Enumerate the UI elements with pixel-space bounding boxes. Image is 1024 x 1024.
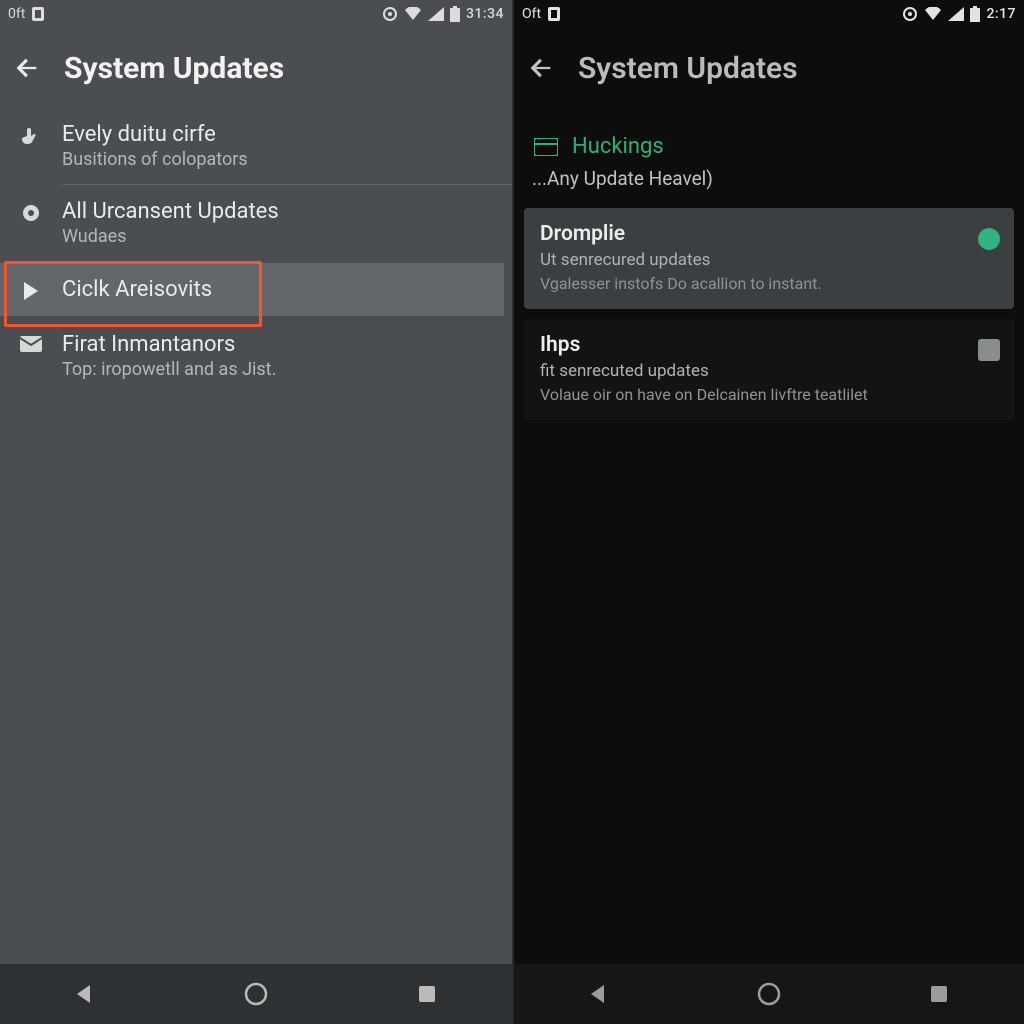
item-title: Firat Inmantanors (62, 332, 276, 357)
play-icon (18, 277, 44, 301)
card-line2: Volaue oir on have on Delcainen livftre … (540, 385, 1000, 404)
screen-header: System Updates (0, 28, 512, 108)
left-screen: 0ft 31:34 System Updates (0, 0, 512, 1024)
highlighted-item: Ciclk Areisovits (0, 263, 504, 316)
status-bar: 0ft 31:34 (0, 0, 512, 28)
mail-icon (18, 332, 44, 352)
nav-bar (514, 964, 1024, 1024)
right-screen: Oft 2:17 System Updates Huckings ...An (512, 0, 1024, 1024)
status-left-text: 0ft (8, 6, 25, 22)
wifi-icon (924, 7, 942, 21)
battery-icon (970, 6, 980, 22)
list-item[interactable]: All Urcansent Updates Wudaes (0, 185, 512, 261)
hand-icon (18, 122, 44, 148)
status-bar: Oft 2:17 (514, 0, 1024, 28)
card-line1: Ut senrecured updates (540, 250, 1000, 270)
battery-icon (450, 6, 460, 22)
clock-text: 31:34 (466, 6, 504, 22)
list-item[interactable]: Firat Inmantanors Top: iropowetll and as… (0, 318, 512, 394)
setting-card[interactable]: Dromplie Ut senrecured updates Vgalesser… (524, 208, 1014, 309)
item-title: Evely duitu cirfe (62, 122, 248, 147)
target-icon (382, 6, 398, 22)
nav-back-button[interactable] (55, 974, 115, 1014)
item-subtitle: Wudaes (62, 226, 279, 247)
item-title: All Urcansent Updates (62, 199, 279, 224)
checkbox-icon[interactable] (978, 339, 1000, 361)
page-title: System Updates (64, 51, 284, 86)
wifi-icon (404, 7, 422, 21)
section-header: Huckings (514, 108, 1024, 165)
section-label: Huckings (572, 134, 664, 159)
card-line1: fit senrecuted updates (540, 361, 1000, 381)
disc-icon (18, 199, 44, 223)
status-left-text: Oft (522, 6, 541, 22)
card-title: Ihps (540, 333, 1000, 357)
nav-back-button[interactable] (569, 974, 629, 1014)
nav-home-button[interactable] (739, 974, 799, 1014)
radio-on-icon[interactable] (978, 228, 1000, 250)
list-item[interactable]: Evely duitu cirfe Busitions of colopator… (0, 108, 512, 184)
list-item[interactable]: Ciclk Areisovits (0, 263, 504, 316)
card-icon (534, 138, 558, 156)
item-subtitle: Top: iropowetll and as Jist. (62, 359, 276, 380)
section-subheading: ...Any Update Heavel) (514, 165, 1024, 208)
card-line2: Vgalesser instofs Do acallion to instant… (540, 274, 1000, 293)
item-subtitle: Busitions of colopators (62, 149, 248, 170)
item-title: Ciclk Areisovits (62, 277, 212, 302)
nav-bar (0, 964, 512, 1024)
settings-list: Evely duitu cirfe Busitions of colopator… (0, 108, 512, 964)
sim-icon (547, 6, 561, 22)
sim-icon (31, 6, 45, 22)
card-title: Dromplie (540, 222, 1000, 246)
back-button[interactable] (10, 51, 44, 85)
settings-panel: Huckings ...Any Update Heavel) Dromplie … (514, 108, 1024, 964)
screen-header: System Updates (514, 28, 1024, 108)
back-button[interactable] (524, 51, 558, 85)
clock-text: 2:17 (986, 6, 1016, 22)
nav-recents-button[interactable] (397, 974, 457, 1014)
nav-recents-button[interactable] (909, 974, 969, 1014)
setting-card[interactable]: Ihps fit senrecuted updates Volaue oir o… (524, 319, 1014, 420)
page-title: System Updates (578, 51, 798, 86)
signal-icon (428, 7, 444, 21)
nav-home-button[interactable] (226, 974, 286, 1014)
target-icon (902, 6, 918, 22)
signal-icon (948, 7, 964, 21)
